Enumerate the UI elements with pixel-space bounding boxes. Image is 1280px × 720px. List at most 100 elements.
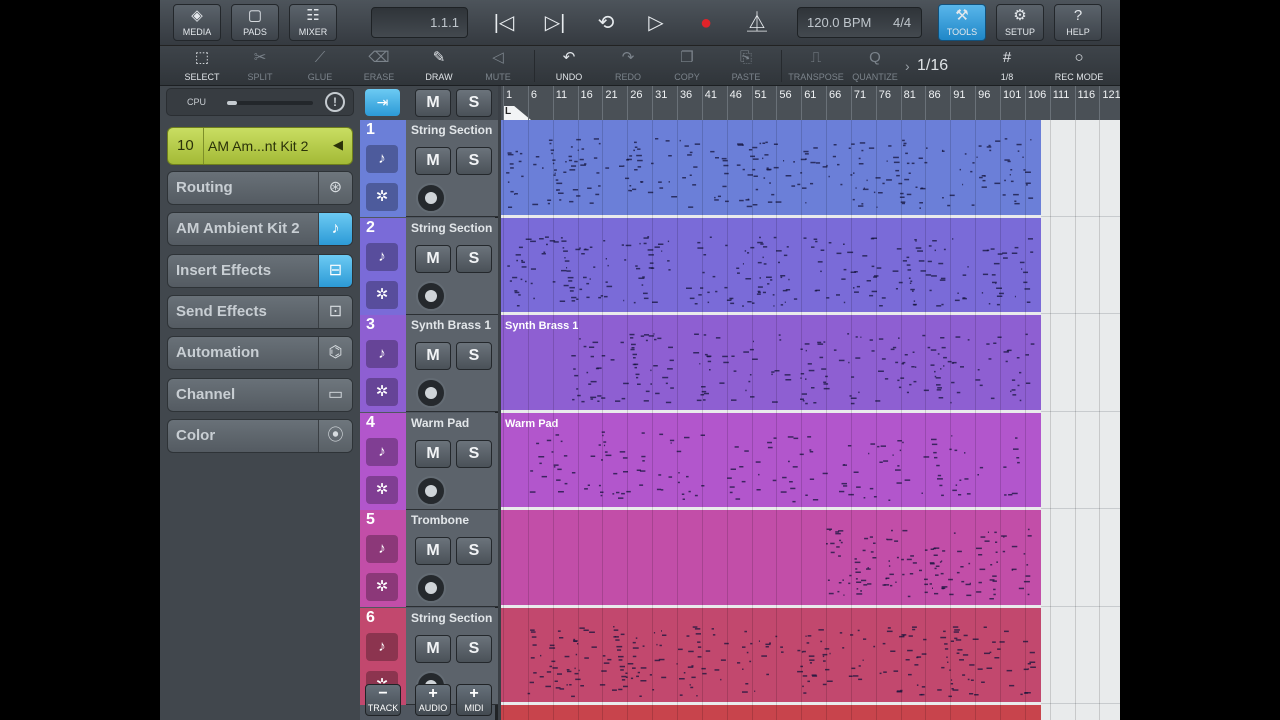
glue-tool[interactable]: ⟋ GLUE xyxy=(291,46,349,86)
midi-clip[interactable]: Synth Brass 1 xyxy=(501,315,1041,410)
media-button[interactable]: ◈ MEDIA xyxy=(173,4,221,41)
cycle-button[interactable]: ⟲ xyxy=(584,6,628,40)
global-solo-button[interactable]: S xyxy=(456,89,492,117)
volume-knob[interactable] xyxy=(416,280,446,311)
inspector-item-channel[interactable]: Channel ▭ xyxy=(167,377,353,412)
volume-knob[interactable] xyxy=(416,573,446,603)
inspector-item-color[interactable]: Color ⦿ xyxy=(167,418,353,453)
mixer-button[interactable]: ☷ MIXER xyxy=(289,4,337,41)
grid-button[interactable]: #1/8 xyxy=(978,46,1036,86)
solo-button[interactable]: S xyxy=(456,244,492,273)
solo-button[interactable]: S xyxy=(456,634,492,663)
solo-button[interactable]: S xyxy=(456,342,492,370)
track-name[interactable]: Synth Brass 1 xyxy=(411,318,491,332)
inspector-item-routing[interactable]: Routing ⊛ xyxy=(167,171,353,205)
tempo-display[interactable]: 120.0 BPM 4/4 xyxy=(797,7,922,38)
play-button[interactable]: ▷ xyxy=(634,6,678,40)
copy-button[interactable]: ❐ COPY xyxy=(658,46,716,86)
solo-button[interactable]: S xyxy=(456,439,492,468)
track-name[interactable]: String Section xyxy=(411,123,492,137)
volume-knob[interactable] xyxy=(416,183,446,213)
track-name[interactable]: String Section xyxy=(411,221,492,235)
midi-clip[interactable] xyxy=(501,705,1041,720)
midi-clip[interactable]: Warm Pad xyxy=(501,412,1041,507)
instrument-icon[interactable]: ♪ xyxy=(366,340,398,368)
global-mute-button[interactable]: M xyxy=(415,89,451,117)
inspector-item-am-ambient-kit-2[interactable]: AM Ambient Kit 2 ♪ xyxy=(167,212,353,247)
track-header[interactable]: 3 Synth Brass 1 ♪ ✲ M S xyxy=(360,315,498,412)
setup-button[interactable]: ⚙ SETUP xyxy=(996,4,1044,41)
erase-tool[interactable]: ⌫ ERASE xyxy=(350,46,408,86)
quantize-value[interactable]: 1/16 xyxy=(917,57,948,75)
go-to-start-button[interactable]: |◁ xyxy=(482,6,526,40)
midi-clip[interactable] xyxy=(501,607,1041,702)
split-tool[interactable]: ✂ SPLIT xyxy=(231,46,289,86)
selected-track-name[interactable]: 10 AM Am...nt Kit 2 ◀ xyxy=(167,127,353,165)
instrument-icon[interactable]: ♪ xyxy=(366,242,398,271)
instrument-edit-icon[interactable]: ✲ xyxy=(366,183,398,211)
midi-clip[interactable] xyxy=(501,217,1041,312)
paste-button[interactable]: ⎘ PASTE xyxy=(717,46,775,86)
track-header[interactable]: 2 String Section ♪ ✲ M S xyxy=(360,217,498,315)
instrument-edit-icon[interactable]: ✲ xyxy=(366,475,398,504)
instrument-icon[interactable]: ♪ xyxy=(318,213,352,246)
track-name[interactable]: Warm Pad xyxy=(411,416,469,430)
channel-icon[interactable]: ▭ xyxy=(318,378,352,411)
instrument-icon[interactable]: ♪ xyxy=(366,437,398,466)
draw-tool[interactable]: ✎ DRAW xyxy=(410,46,468,86)
send-effects-icon[interactable]: ⊡ xyxy=(318,295,352,328)
track-header[interactable]: 4 Warm Pad ♪ ✲ M S xyxy=(360,412,498,510)
volume-knob[interactable] xyxy=(416,475,446,506)
go-to-end-button[interactable]: ▷| xyxy=(533,6,577,40)
mute-button[interactable]: M xyxy=(415,537,451,565)
collapse-arrow-icon[interactable]: ◀ xyxy=(333,137,343,153)
inspector-item-send-effects[interactable]: Send Effects ⊡ xyxy=(167,294,353,329)
metronome-button[interactable]: ⏅ xyxy=(735,6,779,40)
mute-button[interactable]: M xyxy=(415,244,451,273)
track-name[interactable]: String Section xyxy=(411,611,492,625)
pads-button[interactable]: ▢ PADS xyxy=(231,4,279,41)
inspector-item-automation[interactable]: Automation ⌬ xyxy=(167,336,353,371)
inspector-item-insert-effects[interactable]: Insert Effects ⊟ xyxy=(167,253,353,288)
instrument-icon[interactable]: ♪ xyxy=(366,632,398,661)
quantize-button[interactable]: Q QUANTIZE xyxy=(846,46,904,86)
solo-button[interactable]: S xyxy=(456,147,492,175)
mute-tool[interactable]: ◁ MUTE xyxy=(469,46,527,86)
undo-button[interactable]: ↶ UNDO xyxy=(540,46,598,86)
track-header[interactable]: 1 String Section ♪ ✲ M S xyxy=(360,120,498,217)
tools-button[interactable]: ⚒ TOOLS xyxy=(938,4,986,41)
midi-clip[interactable] xyxy=(501,120,1041,215)
instrument-edit-icon[interactable]: ✲ xyxy=(366,573,398,601)
help-button[interactable]: ? HELP xyxy=(1054,4,1102,41)
volume-knob[interactable] xyxy=(416,378,446,408)
arrange-view[interactable]: L 1 6 11 16 21 26 31 36 41 46 51 56 61 66 71 76 81 86 91 96… xyxy=(501,86,1120,720)
instrument-icon[interactable]: ♪ xyxy=(366,535,398,563)
remove-track-button[interactable]: − TRACK xyxy=(365,684,401,716)
position-display[interactable]: 1.1.1 xyxy=(371,7,468,38)
solo-button[interactable]: S xyxy=(456,537,492,565)
routing-icon[interactable]: ⊛ xyxy=(318,172,352,204)
select-tool[interactable]: ⬚ SELECT xyxy=(173,46,231,86)
track-name[interactable]: Trombone xyxy=(411,513,469,527)
transpose-button[interactable]: ⎍ TRANSPOSE xyxy=(787,46,845,86)
mute-button[interactable]: M xyxy=(415,439,451,468)
track-edit-toggle[interactable]: ⇥ xyxy=(365,89,400,116)
add-midi-track-button[interactable]: + MIDI xyxy=(456,684,492,716)
redo-button[interactable]: ↷ REDO xyxy=(599,46,657,86)
mute-button[interactable]: M xyxy=(415,342,451,370)
add-audio-track-button[interactable]: + AUDIO xyxy=(415,684,451,716)
rec-mode-button[interactable]: ○ REC MODE xyxy=(1049,46,1109,86)
cpu-warning-icon[interactable]: ! xyxy=(325,92,345,112)
midi-clip[interactable] xyxy=(501,510,1041,605)
mute-button[interactable]: M xyxy=(415,147,451,175)
instrument-edit-icon[interactable]: ✲ xyxy=(366,280,398,309)
instrument-edit-icon[interactable]: ✲ xyxy=(366,378,398,406)
timeline-ruler[interactable]: L 1 6 11 16 21 26 31 36 41 46 51 56 61 66 71 76 81 86 91 96… xyxy=(501,86,1120,120)
record-button[interactable]: ● xyxy=(684,6,728,40)
automation-icon[interactable]: ⌬ xyxy=(318,337,352,370)
insert-effects-icon[interactable]: ⊟ xyxy=(318,254,352,287)
mute-button[interactable]: M xyxy=(415,634,451,663)
left-locator[interactable]: L xyxy=(503,106,531,120)
instrument-icon[interactable]: ♪ xyxy=(366,145,398,173)
color-icon[interactable]: ⦿ xyxy=(318,419,352,452)
